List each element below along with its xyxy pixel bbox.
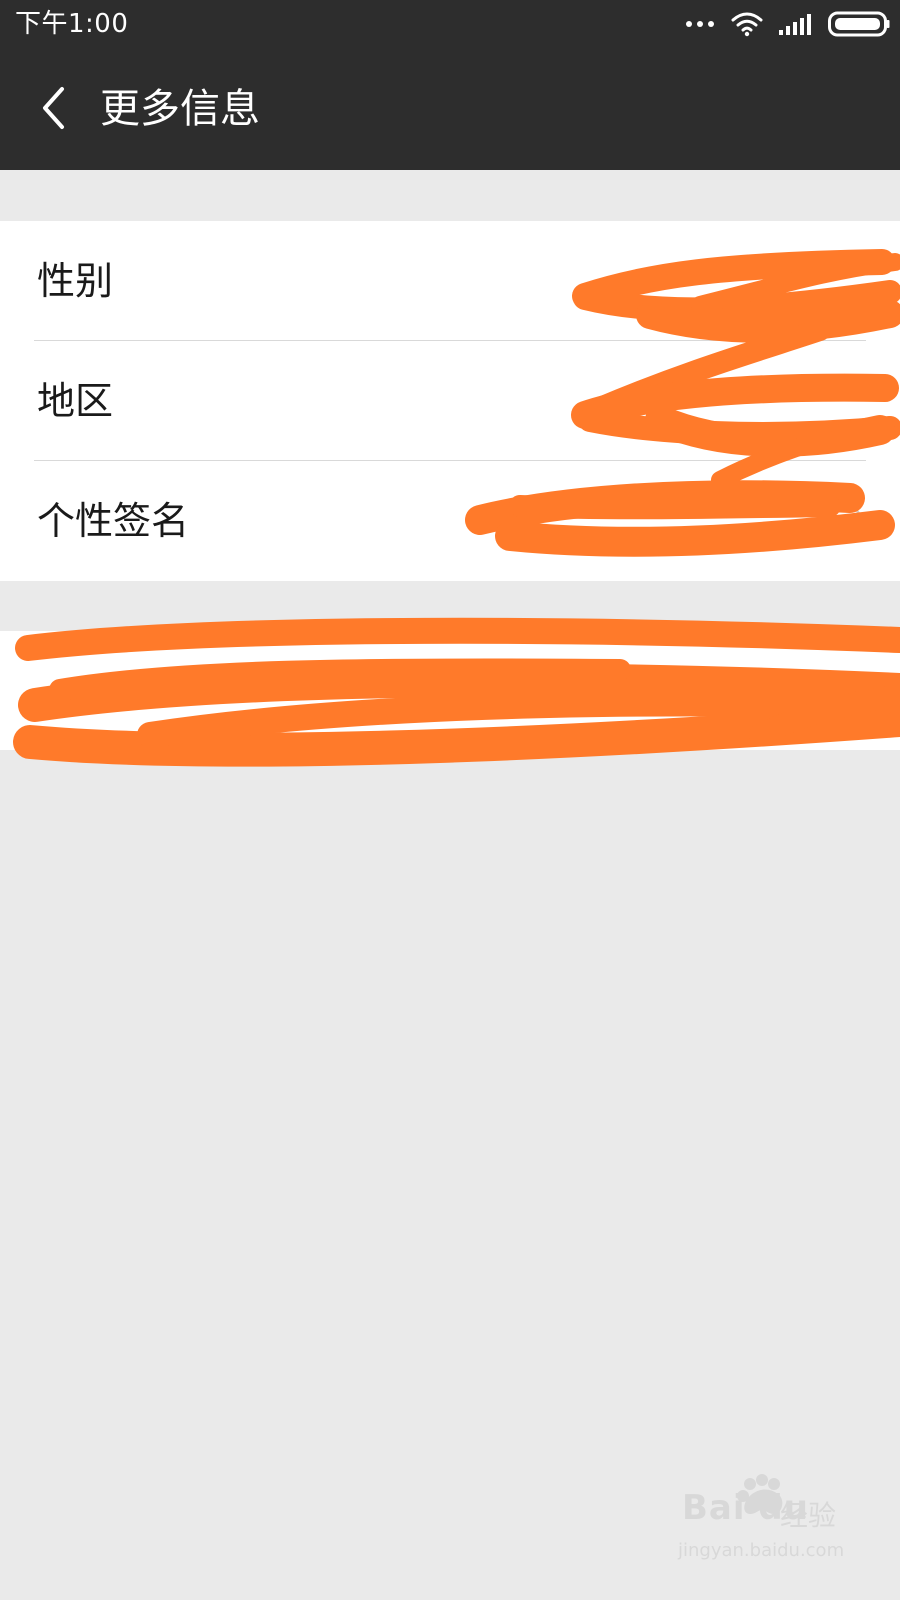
row-gender[interactable]: 性别 xyxy=(0,221,900,341)
more-dots-icon xyxy=(686,21,714,27)
status-icons xyxy=(684,10,890,38)
watermark-url: jingyan.baidu.com xyxy=(678,1540,845,1561)
chevron-right-icon xyxy=(853,506,865,532)
back-button[interactable] xyxy=(18,68,88,148)
row-label: 个性签名 xyxy=(37,499,190,543)
row-region[interactable]: 地区 xyxy=(0,341,900,461)
row-label: 地区 xyxy=(37,379,114,423)
row-extra[interactable] xyxy=(0,631,900,750)
status-bar: 下午1:00 xyxy=(0,0,900,48)
status-time: 下午1:00 xyxy=(15,9,129,39)
chevron-left-icon xyxy=(43,87,64,129)
watermark-product: 经验 xyxy=(780,1499,837,1532)
row-label: 性别 xyxy=(37,259,114,303)
battery-icon xyxy=(828,11,890,37)
info-group: 性别 地区 个性签名 xyxy=(0,221,900,581)
page-title: 更多信息 xyxy=(100,86,260,132)
wifi-icon xyxy=(731,12,763,37)
signal-icon xyxy=(779,14,811,35)
row-signature[interactable]: 个性签名 xyxy=(0,461,900,581)
top-navigation-bar: 更多信息 xyxy=(0,48,900,170)
watermark: Bai du 经验 jingyan.baidu.com xyxy=(672,1470,852,1580)
extra-group xyxy=(0,631,900,750)
